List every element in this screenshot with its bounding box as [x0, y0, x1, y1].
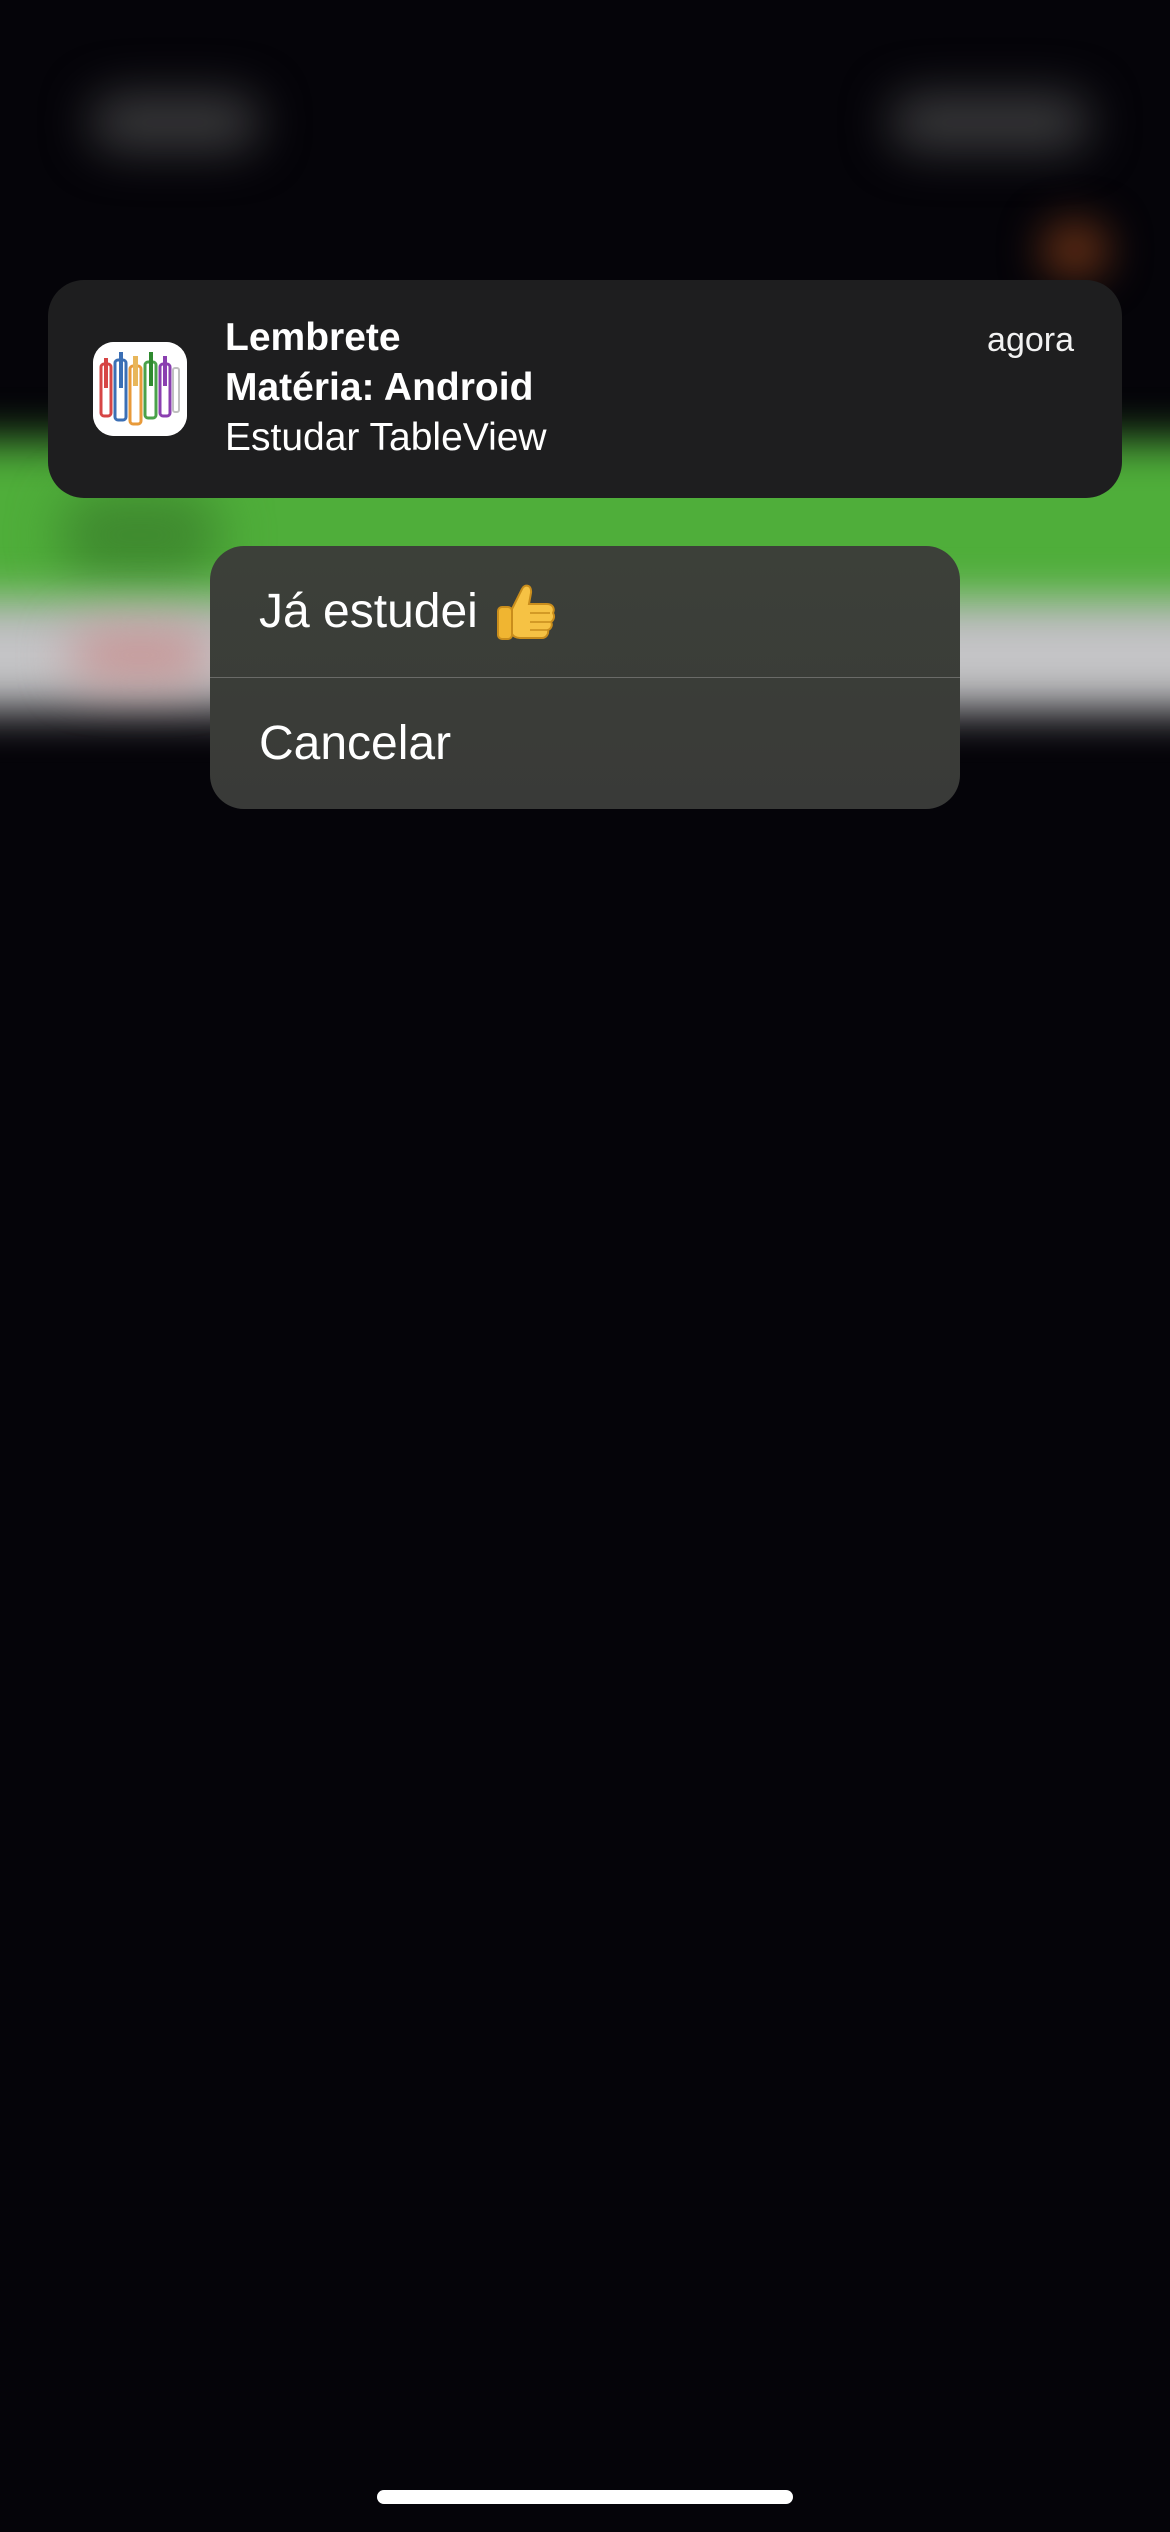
notification-action-menu: Já estudei Cancelar — [210, 546, 960, 809]
home-indicator[interactable] — [377, 2490, 793, 2504]
blurred-accent — [1040, 220, 1110, 280]
books-app-icon — [93, 342, 187, 436]
notification-time: agora — [987, 321, 1074, 359]
cancel-label: Cancelar — [259, 717, 452, 770]
blurred-status-left — [90, 95, 260, 150]
notification-subtitle: Matéria: Android — [225, 366, 534, 409]
notification-card[interactable]: Lembrete Matéria: Android Estudar TableV… — [48, 280, 1122, 498]
blurred-status-right — [890, 95, 1090, 150]
cancel-button[interactable]: Cancelar — [210, 678, 960, 809]
notification-body: Estudar TableView — [225, 416, 547, 459]
blurred-green-element — [60, 490, 220, 580]
already-studied-button[interactable]: Já estudei — [210, 546, 960, 677]
thumbs-up-icon — [492, 579, 558, 645]
lock-screen: Lembrete Matéria: Android Estudar TableV… — [0, 0, 1170, 2532]
notification-title: Lembrete — [225, 316, 401, 359]
blurred-red-element — [70, 630, 210, 680]
already-studied-label: Já estudei — [259, 585, 478, 638]
